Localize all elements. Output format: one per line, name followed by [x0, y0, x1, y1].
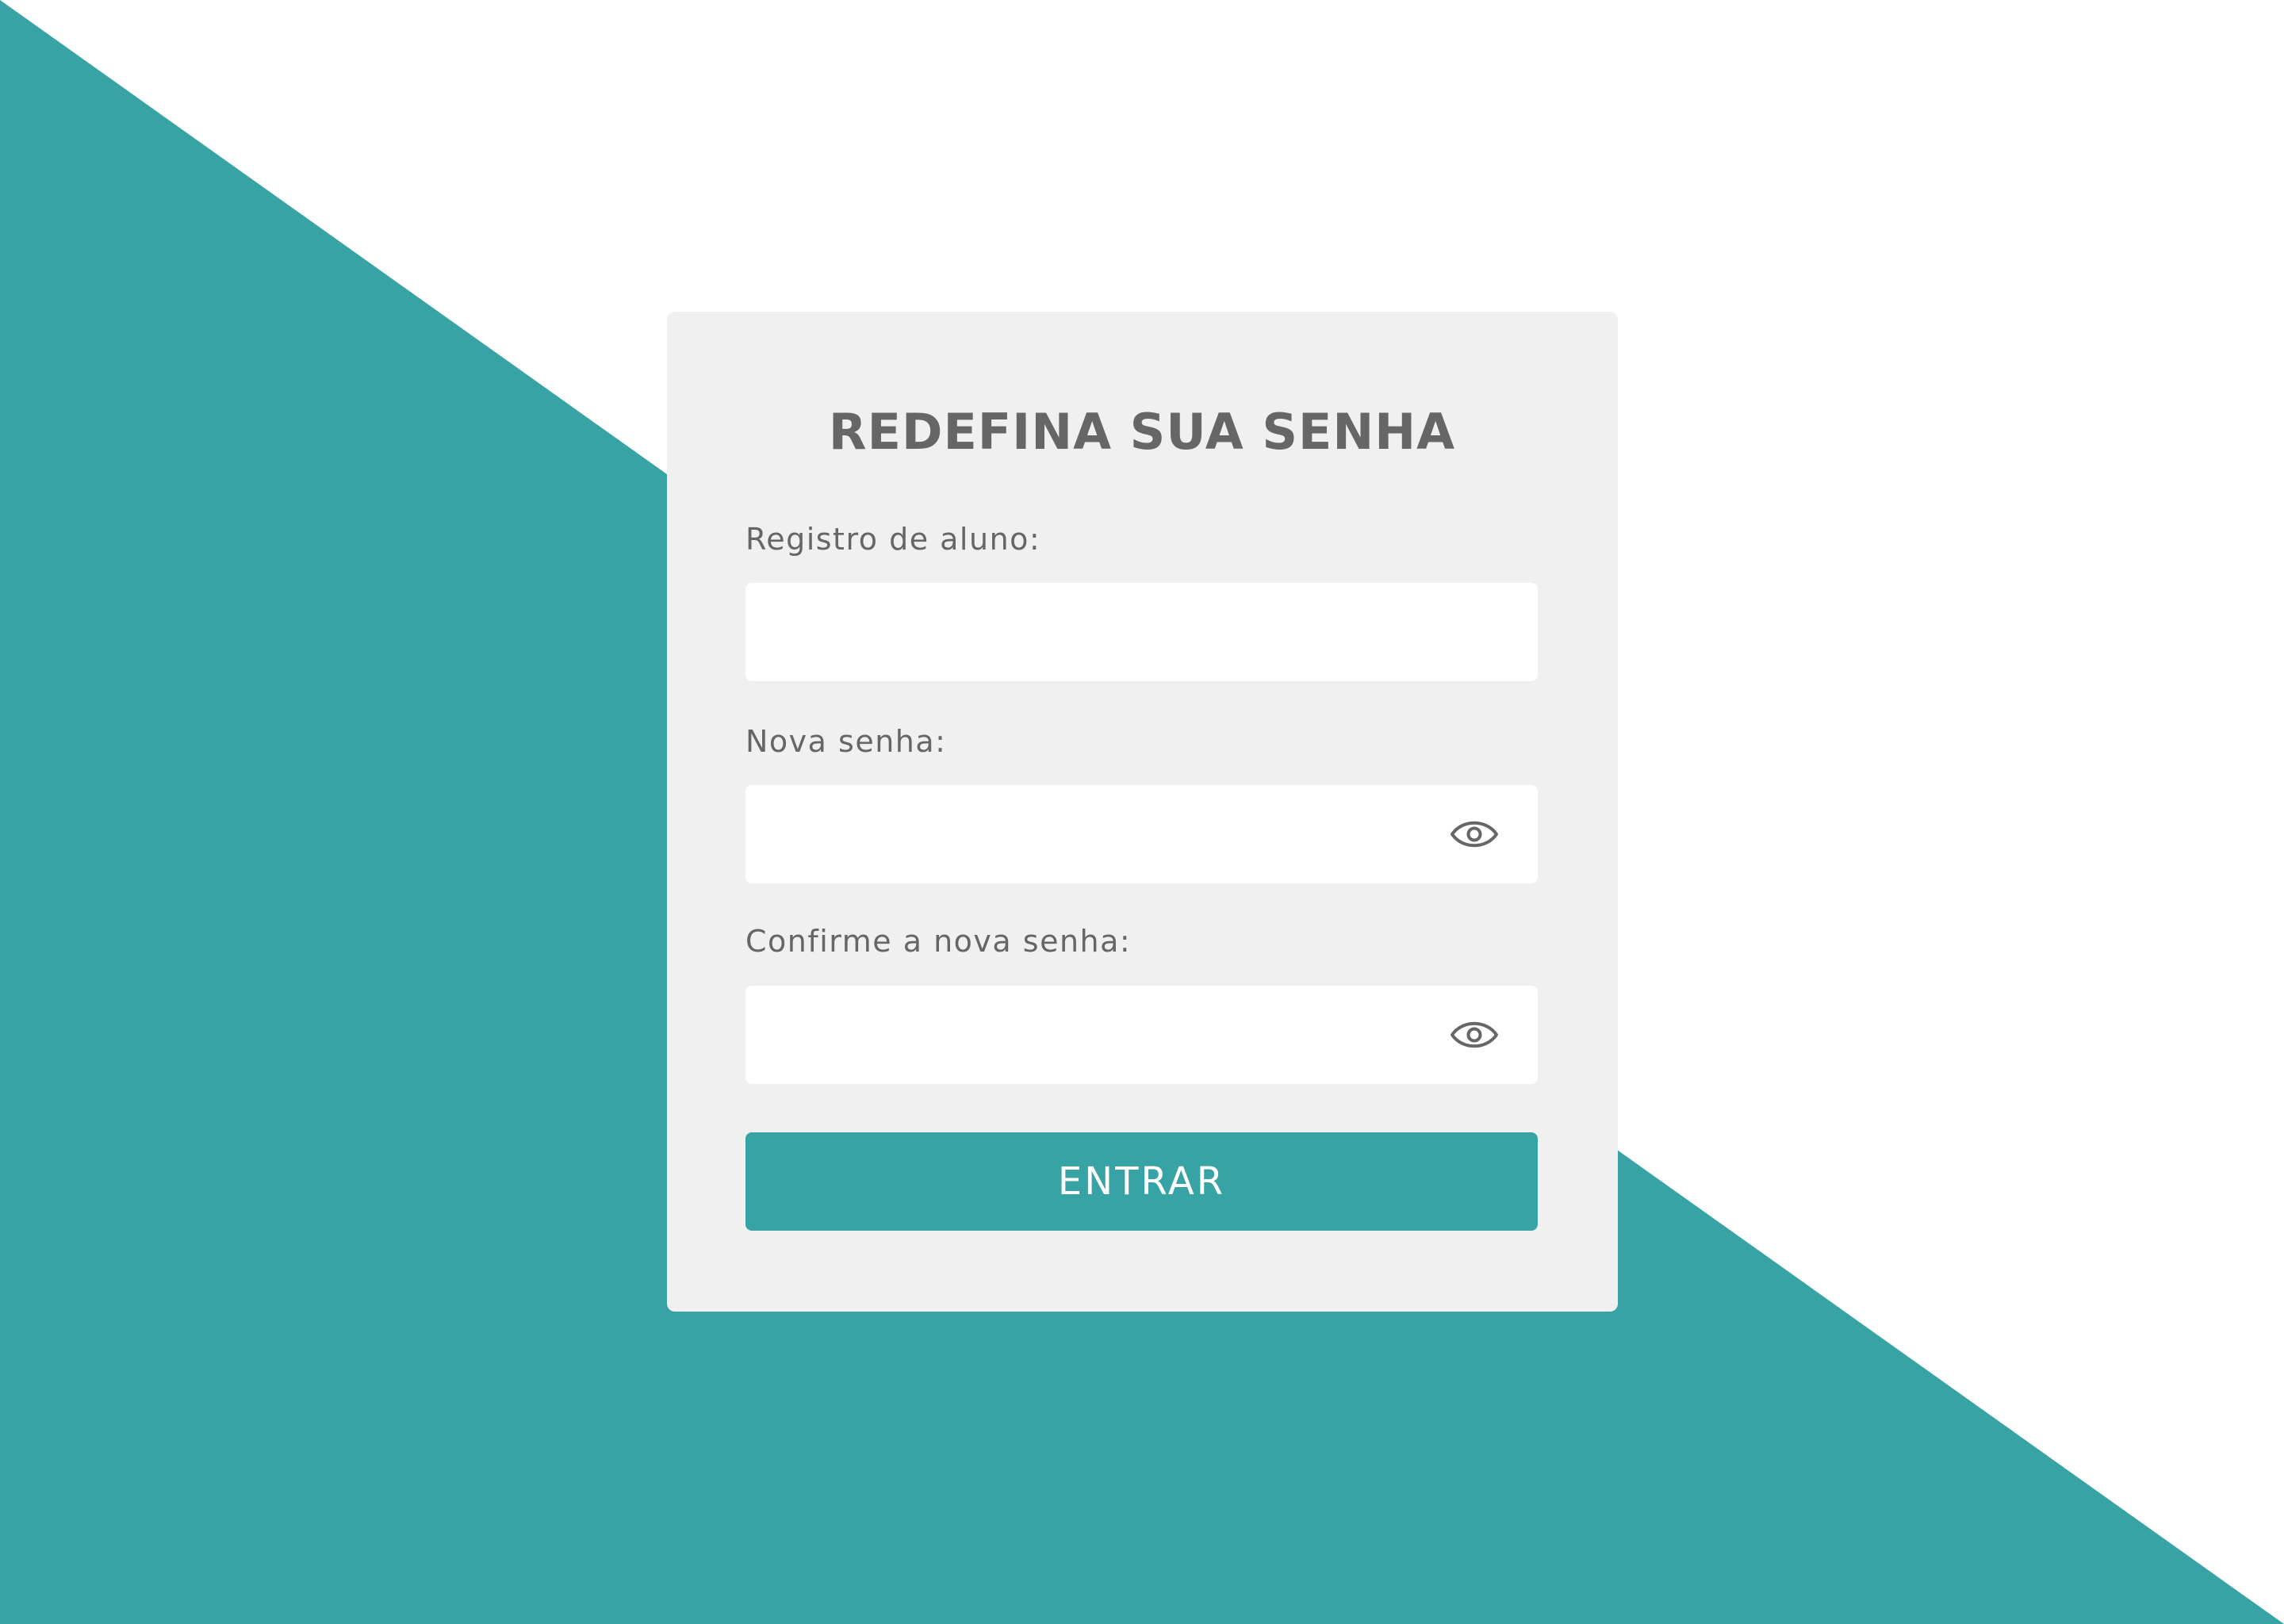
eye-icon[interactable] — [1450, 814, 1499, 854]
submit-button[interactable]: ENTRAR — [745, 1132, 1538, 1231]
student-id-label: Registro de aluno: — [745, 522, 1041, 557]
reset-password-page: REDEFINA SUA SENHA Registro de aluno: No… — [0, 0, 2284, 1624]
new-password-input[interactable] — [745, 785, 1538, 883]
form-title: REDEFINA SUA SENHA — [828, 403, 1456, 461]
eye-icon[interactable] — [1450, 1015, 1499, 1055]
student-id-input[interactable] — [745, 583, 1538, 681]
new-password-label: Nova senha: — [745, 724, 947, 759]
confirm-password-label: Confirme a nova senha: — [745, 924, 1132, 959]
confirm-password-input[interactable] — [745, 986, 1538, 1084]
